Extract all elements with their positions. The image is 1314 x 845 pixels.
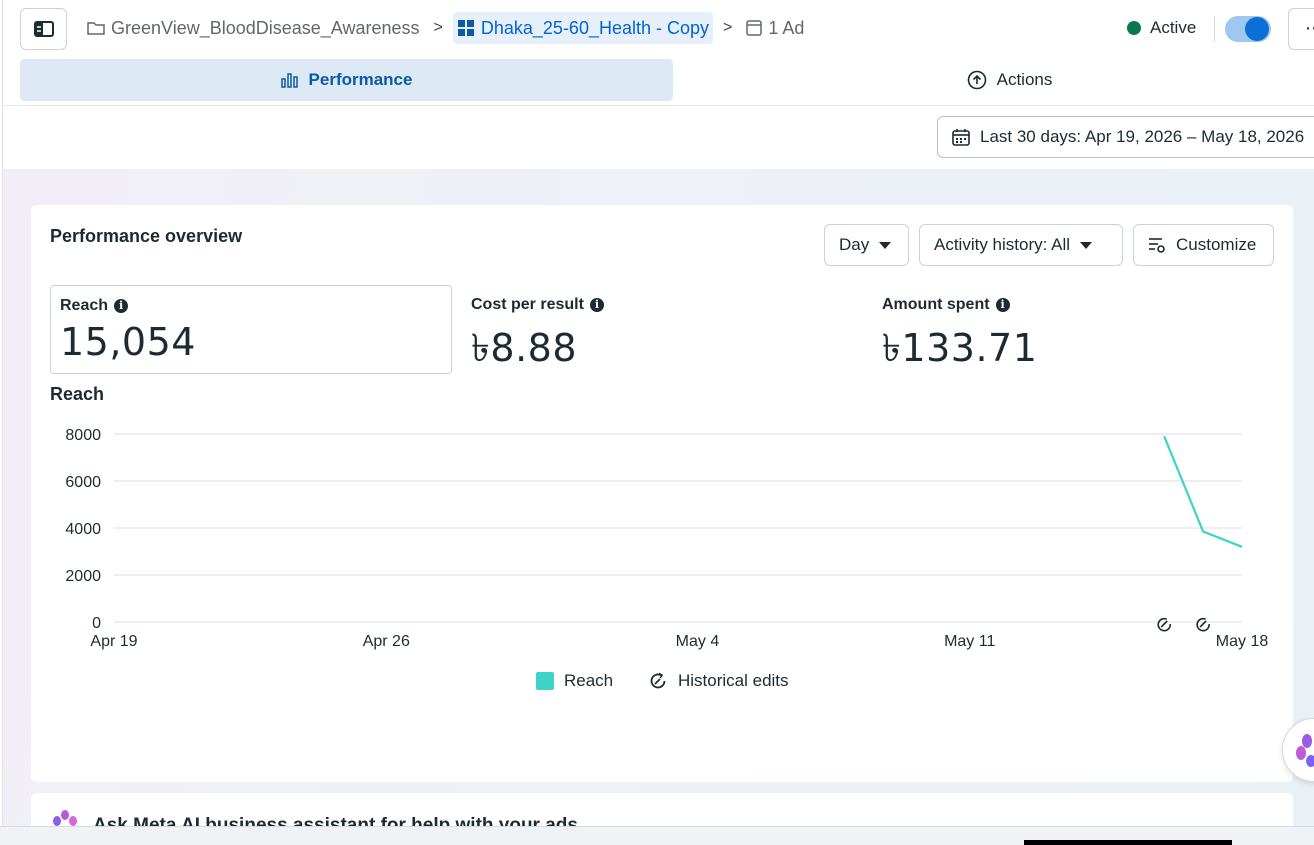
customize-label: Customize (1176, 235, 1257, 254)
info-icon[interactable]: i (995, 298, 1010, 312)
y-tick-label: 4000 (65, 521, 101, 538)
x-tick-label: May 11 (944, 633, 995, 650)
status-toggle[interactable] (1225, 16, 1271, 42)
series-line-reach (1163, 435, 1243, 548)
sidebar-toggle-button[interactable] (20, 8, 67, 50)
reach-swatch (536, 672, 554, 690)
metric-value: ৳133.71 (882, 326, 1038, 370)
historical-edit-marker (1157, 617, 1172, 632)
metric-label-row: Reach i (60, 297, 442, 315)
metric-value: ৳8.88 (471, 326, 578, 370)
folder-icon (87, 22, 105, 35)
chevron-down-icon (879, 241, 892, 249)
taskbar-fragment (1024, 840, 1232, 845)
panel-icon (33, 21, 54, 37)
metric-amount-spent[interactable]: Amount spent i ৳133.71 (873, 285, 1273, 374)
breadcrumb-adset-label: Dhaka_25-60_Health - Copy (480, 17, 710, 38)
granularity-label: Day (839, 235, 870, 254)
breadcrumb-ad[interactable]: 1 Ad (742, 12, 808, 44)
more-icon: ⋯ (1305, 18, 1314, 38)
bar-chart-icon (280, 73, 298, 88)
tab-performance-label: Performance (308, 70, 413, 89)
top-bar: GreenView_BloodDisease_Awareness > Dhaka… (3, 0, 1314, 106)
metric-label: Reach (60, 297, 109, 314)
breadcrumb-ad-label: 1 Ad (768, 17, 805, 38)
date-range-picker[interactable]: Last 30 days: Apr 19, 2026 – May 18, 202… (937, 116, 1314, 158)
legend-label: Historical edits (678, 671, 789, 690)
activity-history-label: Activity history: All (934, 235, 1071, 254)
metric-label: Amount spent (882, 296, 990, 313)
toggle-knob (1245, 17, 1269, 41)
chevron-right-icon: > (433, 19, 443, 36)
metric-label-row: Cost per result i (471, 296, 853, 314)
chevron-down-icon (1080, 241, 1093, 249)
legend-item-reach[interactable]: Reach (536, 671, 613, 691)
x-tick-label: May 4 (676, 633, 720, 650)
x-tick-label: May 18 (1216, 633, 1269, 650)
calendar-icon (952, 129, 970, 146)
x-tick-label: Apr 19 (90, 633, 137, 650)
breadcrumb-campaign-label: GreenView_BloodDisease_Awareness (111, 17, 420, 38)
y-tick-label: 2000 (65, 568, 101, 585)
date-row: Last 30 days: Apr 19, 2026 – May 18, 202… (3, 107, 1314, 169)
x-tick-label: Apr 26 (363, 633, 410, 650)
more-options-button[interactable]: ⋯ (1288, 8, 1314, 50)
tab-actions-label: Actions (996, 70, 1053, 89)
metric-value: 15,054 (60, 320, 196, 364)
info-icon[interactable]: i (114, 299, 129, 313)
grid-icon (457, 20, 474, 36)
chart-title: Reach (50, 384, 105, 404)
status-dot-icon (1127, 21, 1141, 35)
performance-overview-card: Performance overview Day Activity histor… (31, 205, 1293, 782)
y-tick-label: 6000 (65, 474, 101, 491)
legend-label: Reach (564, 671, 614, 690)
ad-icon (746, 20, 763, 36)
y-tick-label: 8000 (65, 427, 101, 444)
metric-label: Cost per result (471, 296, 584, 313)
metric-reach[interactable]: Reach i 15,054 (50, 285, 452, 374)
reach-line-chart: 8000 6000 4000 2000 0Apr 19 Apr 26 May 4 May 11… (65, 427, 1269, 650)
metric-cost-per-result[interactable]: Cost per result i ৳8.88 (462, 285, 862, 374)
divider (1214, 16, 1215, 42)
card-title: Performance overview (50, 226, 243, 246)
tab-actions[interactable]: Actions (683, 59, 1314, 101)
settings-sliders-icon (1149, 238, 1165, 253)
breadcrumb-campaign[interactable]: GreenView_BloodDisease_Awareness (83, 12, 424, 44)
metric-label-row: Amount spent i (882, 296, 1264, 314)
tab-performance[interactable]: Performance (20, 59, 673, 101)
chevron-right-icon: > (723, 19, 733, 36)
activity-history-dropdown[interactable]: Activity history: All (919, 224, 1123, 266)
customize-button[interactable]: Customize (1133, 224, 1274, 266)
delivery-status: Active (1127, 18, 1196, 38)
legend-item-historical-edits[interactable]: Historical edits (648, 671, 789, 691)
y-tick-label: 0 (92, 615, 101, 632)
history-edit-icon (650, 672, 666, 689)
breadcrumb-adset[interactable]: Dhaka_25-60_Health - Copy (452, 12, 714, 44)
meta-ai-flower-icon (1296, 734, 1314, 767)
date-range-label: Last 30 days: Apr 19, 2026 – May 18, 202… (980, 127, 1305, 146)
breadcrumb: GreenView_BloodDisease_Awareness > Dhaka… (83, 12, 808, 44)
upload-circle-icon (967, 70, 986, 90)
granularity-dropdown[interactable]: Day (824, 224, 909, 266)
status-label: Active (1150, 18, 1197, 37)
historical-edit-marker (1196, 617, 1210, 632)
info-icon[interactable]: i (589, 298, 604, 312)
